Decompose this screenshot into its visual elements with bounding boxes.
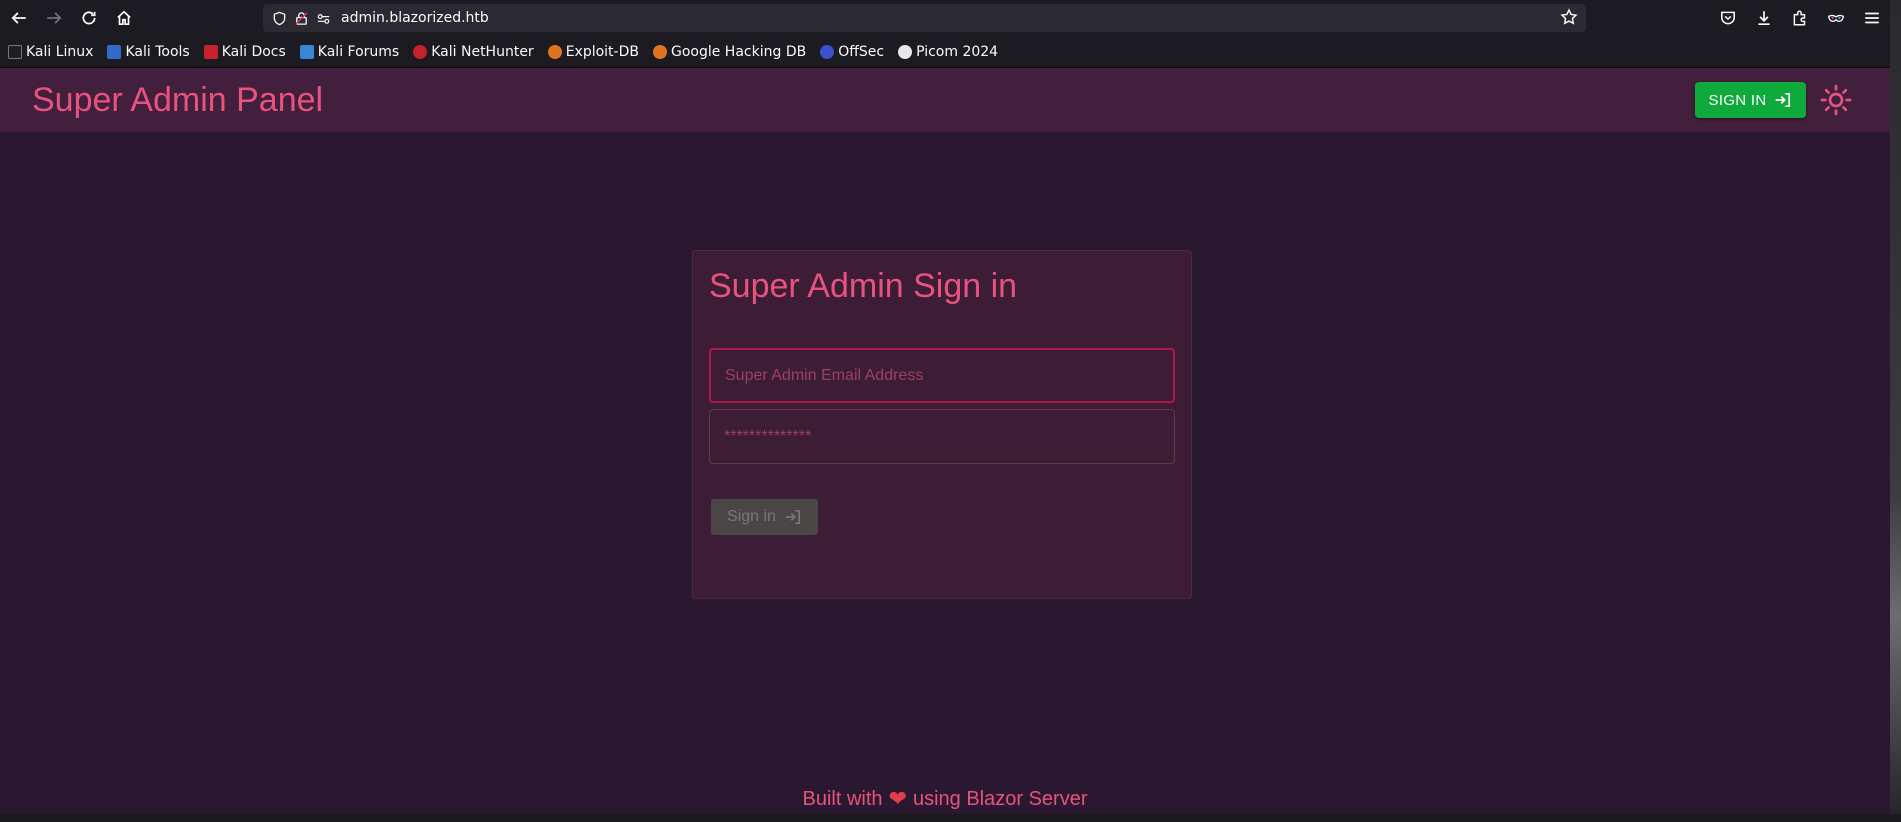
download-icon	[1758, 11, 1770, 26]
bookmark-item[interactable]: OffSec	[820, 44, 884, 60]
bookmark-item[interactable]: Kali Forums	[299, 44, 399, 60]
puzzle-icon	[1793, 10, 1806, 26]
bookmark-item[interactable]: Kali Tools	[107, 44, 190, 60]
email-field[interactable]	[709, 348, 1175, 403]
kali-docs-icon	[203, 44, 218, 59]
footer: Built with ❤ using Blazor Server	[0, 786, 1890, 812]
forward-button[interactable]	[38, 4, 70, 32]
toolbar-right	[1710, 4, 1890, 32]
url-bar[interactable]: admin.blazorized.htb	[263, 4, 1586, 32]
bookmark-item[interactable]: Kali Linux	[8, 44, 93, 60]
bookmark-item[interactable]: Exploit-DB	[547, 44, 639, 60]
permissions-icon[interactable]	[313, 8, 333, 28]
footer-text-after: using Blazor Server	[912, 787, 1088, 810]
github-icon	[898, 44, 913, 59]
back-button[interactable]	[3, 4, 35, 32]
arrow-left-icon	[11, 12, 26, 24]
bookmark-item[interactable]: Picom 2024	[898, 44, 998, 60]
theme-toggle-button[interactable]	[1818, 82, 1854, 118]
desktop-background	[1890, 0, 1901, 822]
shield-icon[interactable]	[269, 8, 289, 28]
menu-button[interactable]	[1854, 4, 1890, 32]
desktop-bottom-edge	[0, 814, 1901, 822]
bookmark-star-icon[interactable]	[1560, 8, 1578, 30]
card-title: Super Admin Sign in	[709, 267, 1018, 305]
bookmark-item[interactable]: Kali Docs	[203, 44, 286, 60]
app-bar: Super Admin Panel SIGN IN	[0, 68, 1890, 132]
footer-text-before: Built with	[802, 787, 883, 810]
sun-icon	[1820, 84, 1852, 116]
offsec-icon	[820, 44, 835, 59]
app-title: Super Admin Panel	[32, 81, 324, 119]
home-icon	[117, 10, 131, 26]
pocket-button[interactable]	[1710, 4, 1746, 32]
password-field[interactable]	[709, 409, 1175, 464]
browser-toolbar: admin.blazorized.htb	[0, 0, 1890, 36]
kali-dragon-icon	[8, 44, 22, 59]
home-button[interactable]	[108, 4, 140, 32]
bookmark-item[interactable]: Google Hacking DB	[652, 44, 806, 60]
url-text[interactable]: admin.blazorized.htb	[341, 10, 489, 26]
bookmark-item[interactable]: Kali NetHunter	[413, 44, 534, 60]
kali-tools-icon	[107, 44, 122, 59]
kali-forums-icon	[299, 44, 314, 59]
lock-icon[interactable]	[291, 8, 311, 28]
nethunter-icon	[413, 44, 428, 59]
pocket-icon	[1721, 11, 1735, 25]
hamburger-icon	[1865, 12, 1879, 24]
bookmarks-bar: Kali Linux Kali Tools Kali Docs Kali For…	[0, 36, 1890, 68]
downloads-button[interactable]	[1746, 4, 1782, 32]
heart-icon: ❤	[888, 786, 907, 811]
exploit-db-icon	[547, 44, 562, 59]
extensions-button[interactable]	[1782, 4, 1818, 32]
reload-button[interactable]	[73, 4, 105, 32]
card-sign-in-label: Sign in	[727, 508, 776, 525]
login-icon	[785, 509, 800, 525]
browser-window: admin.blazorized.htb Kali Linux Kali Too…	[0, 0, 1890, 814]
card-sign-in-button[interactable]: Sign in	[711, 499, 818, 535]
sign-in-label: SIGN IN	[1708, 91, 1767, 109]
sign-in-button[interactable]: SIGN IN	[1695, 82, 1806, 118]
sign-in-card: Super Admin Sign in Sign in	[692, 250, 1192, 599]
reload-icon	[82, 11, 96, 25]
account-button[interactable]	[1818, 4, 1854, 32]
arrow-right-icon	[47, 12, 62, 24]
main-content: Super Admin Sign in Sign in Built with ❤…	[0, 132, 1890, 814]
ghdb-icon	[652, 44, 667, 59]
mask-icon	[1827, 14, 1845, 23]
login-icon	[1776, 92, 1791, 108]
